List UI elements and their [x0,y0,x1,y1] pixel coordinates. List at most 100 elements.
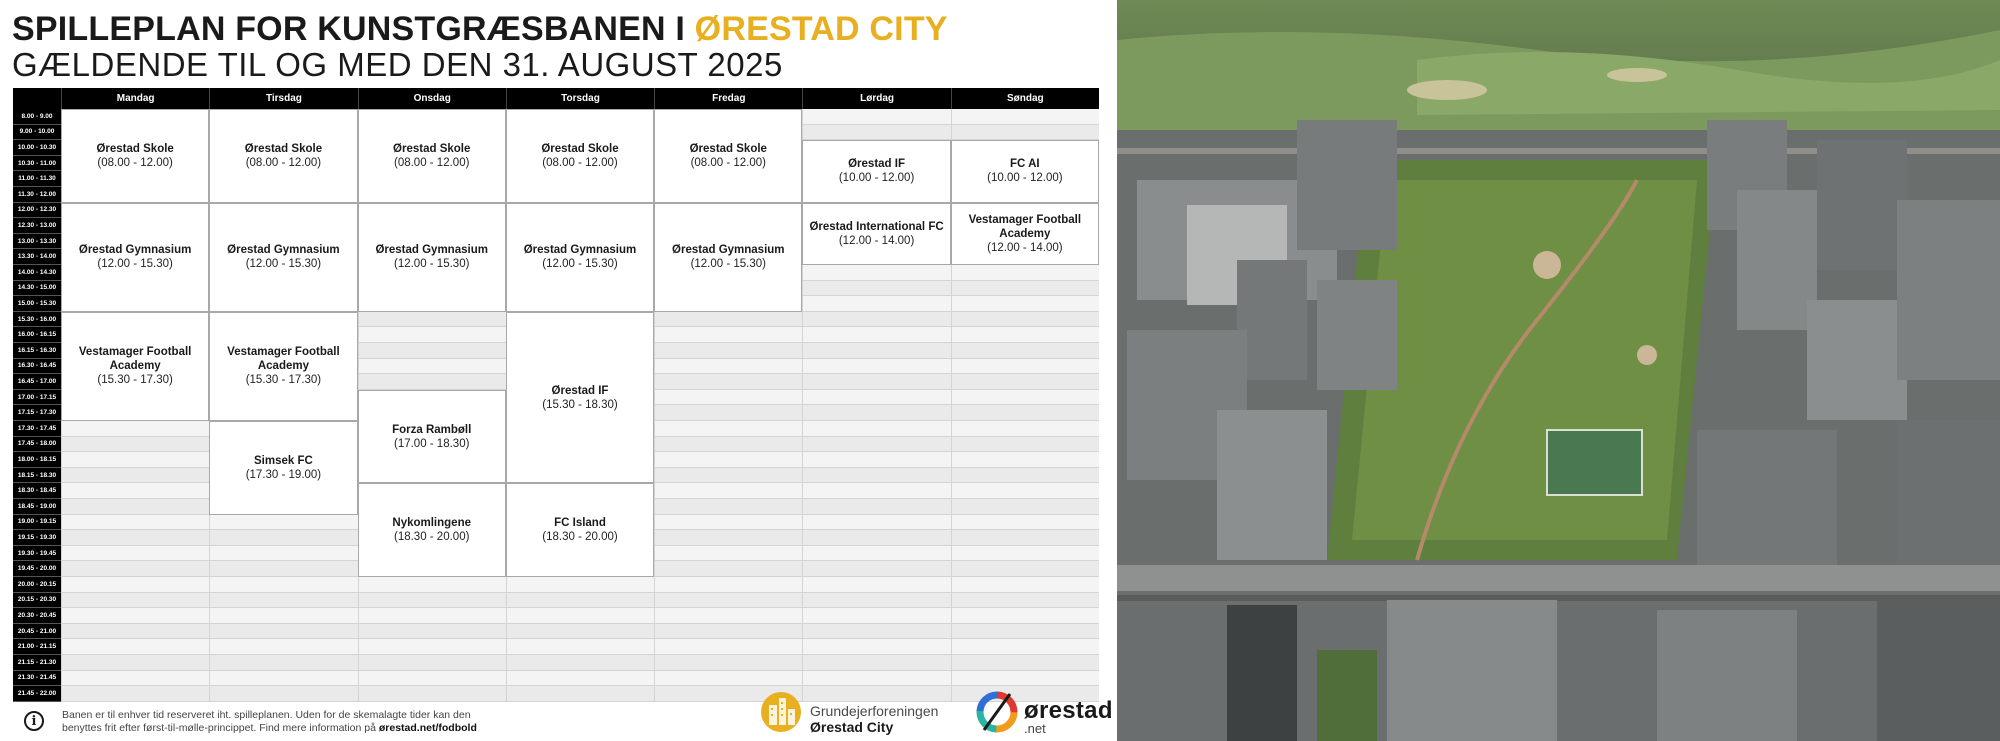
free-slot [950,436,1099,453]
free-slot [357,343,506,359]
free-slot [802,296,951,312]
free-slot [950,405,1099,421]
free-slot [950,374,1099,390]
free-slot [654,577,803,593]
free-slot [505,686,655,702]
time-slot-label: 18.45 - 19.00 [13,499,61,515]
free-slot [802,483,951,499]
booking-time: (08.00 - 12.00) [393,156,470,169]
aerial-city-image [1117,0,2000,741]
free-slot [802,358,951,375]
free-slot [654,499,803,515]
orestad-net-suffix: .net [1024,721,1046,736]
free-slot [950,577,1099,593]
time-slot-label: 20.00 - 20.15 [13,577,61,593]
free-slot [950,421,1099,437]
free-slot [950,561,1099,577]
free-slot [357,311,506,328]
free-slot [802,265,951,281]
footnote-link[interactable]: ørestad.net/fodbold [379,722,477,734]
free-slot [505,577,655,593]
free-slot [950,623,1099,640]
booking-team: Ørestad Gymnasium [672,244,785,257]
time-slot-label: 12.00 - 12.30 [13,202,61,219]
time-slot-label: 15.30 - 16.00 [13,311,61,328]
booking-team: Vestamager Football Academy [78,346,192,373]
free-slot [505,623,655,640]
free-slot [950,670,1099,687]
free-slot [61,592,210,609]
free-slot [61,545,210,562]
free-slot [802,686,951,702]
free-slot [505,608,655,624]
orestad-net-logo-icon [976,691,1018,733]
booking-team: Vestamager Football Academy [968,213,1082,240]
grundejerforeningen-logo-icon [761,692,801,732]
booking-time: (15.30 - 17.30) [245,374,322,387]
day-header: Tirsdag [209,88,358,109]
free-slot [802,421,951,437]
free-slot [357,592,506,609]
free-slot [950,452,1099,468]
free-slot [950,343,1099,359]
free-slot [802,545,951,562]
time-slot-label: 16.30 - 16.45 [13,358,61,375]
booking-block: Ørestad Skole (08.00 - 12.00) [357,109,506,203]
free-slot [357,327,506,343]
free-slot [209,530,358,546]
booking-block: FC Island (18.30 - 20.00) [505,483,655,577]
free-slot [802,639,951,655]
free-slot [209,639,358,655]
free-slot [654,374,803,390]
booking-block: Simsek FC (17.30 - 19.00) [209,421,358,515]
page-title: SPILLEPLAN FOR KUNSTGRÆSBANEN I ØRESTAD … [12,10,948,49]
day-header: Onsdag [357,88,506,109]
booking-block: Nykomlingene (18.30 - 20.00) [357,483,506,577]
time-column-header [13,88,61,109]
free-slot [357,358,506,375]
free-slot [61,686,210,702]
free-slot [654,483,803,499]
free-slot [950,483,1099,499]
free-slot [61,452,210,468]
free-slot [950,545,1099,562]
free-slot [654,639,803,655]
free-slot [802,514,951,531]
free-slot [654,452,803,468]
booking-team: Forza Rambøll [392,423,472,436]
free-slot [802,577,951,593]
booking-time: (12.00 - 15.30) [393,258,470,271]
time-slot-label: 19.30 - 19.45 [13,545,61,562]
free-slot [802,655,951,671]
booking-block: Ørestad Skole (08.00 - 12.00) [505,109,655,203]
booking-block: Ørestad International FC (12.00 - 14.00) [802,202,951,265]
booking-block: Ørestad Skole (08.00 - 12.00) [654,109,803,203]
free-slot [654,389,803,406]
free-slot [61,639,210,655]
time-slot-label: 17.30 - 17.45 [13,421,61,437]
booking-time: (12.00 - 14.00) [838,234,915,247]
schedule-panel: SPILLEPLAN FOR KUNSTGRÆSBANEN I ØRESTAD … [0,0,1117,741]
booking-team: Simsek FC [254,454,313,467]
free-slot [654,421,803,437]
booking-team: Ørestad Gymnasium [78,244,192,257]
time-slot-label: 13.00 - 13.30 [13,233,61,250]
free-slot [357,655,506,671]
free-slot [61,499,210,515]
free-slot [654,530,803,546]
free-slot [950,655,1099,671]
day-header: Fredag [654,88,803,109]
title-main: SPILLEPLAN FOR KUNSTGRÆSBANEN I [12,10,686,48]
booking-time: (10.00 - 12.00) [838,172,915,185]
booking-block: Vestamager Football Academy (15.30 - 17.3… [61,311,210,421]
booking-block: Ørestad Gymnasium (12.00 - 15.30) [209,202,358,312]
free-slot [61,623,210,640]
booking-time: (12.00 - 15.30) [690,258,766,271]
free-slot [802,592,951,609]
free-slot [209,545,358,562]
free-slot [61,530,210,546]
free-slot [802,405,951,421]
time-slot-label: 11.00 - 11.30 [13,171,61,187]
free-slot [950,389,1099,406]
booking-team: Ørestad Gymnasium [227,244,340,257]
